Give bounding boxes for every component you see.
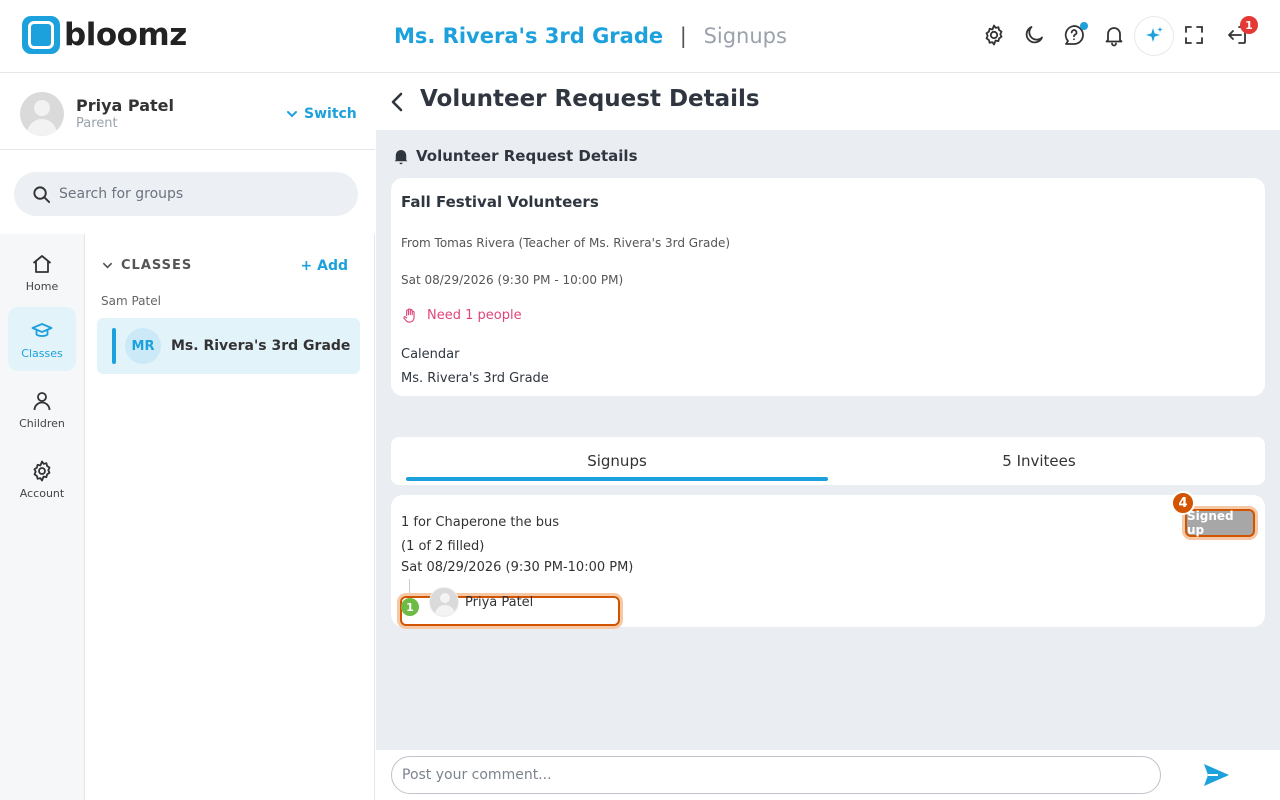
graduation-cap-icon [31, 322, 53, 337]
need-text: Need 1 people [427, 308, 522, 323]
slot-title: 1 for Chaperone the bus [401, 515, 560, 530]
send-button[interactable] [1202, 762, 1230, 788]
nav-label-home: Home [25, 279, 59, 293]
calendar-value: Ms. Rivera's 3rd Grade [401, 371, 549, 386]
comment-input[interactable] [391, 756, 1161, 794]
nav-item-classes[interactable]: Classes [8, 307, 76, 371]
slot-date: Sat 08/29/2026 (9:30 PM-10:00 PM) [401, 560, 634, 575]
main-content: Volunteer Request Details Volunteer Requ… [376, 74, 1280, 800]
sparkle-icon [1146, 27, 1163, 42]
switch-label: Switch [304, 106, 357, 122]
section-title-text: Volunteer Request Details [416, 147, 638, 165]
classes-panel: CLASSES + Add Sam Patel MR Ms. Rivera's … [85, 234, 375, 800]
back-button[interactable] [388, 90, 406, 114]
child-label: Sam Patel [101, 294, 161, 308]
step-marker-badge: 1 [401, 598, 419, 616]
bell-icon [1105, 27, 1123, 47]
ai-assistant-button[interactable] [1134, 16, 1174, 56]
event-date: Sat 08/29/2026 (9:30 PM - 10:00 PM) [401, 273, 624, 287]
add-label: Add [317, 258, 348, 274]
expand-icon [1185, 26, 1203, 44]
settings-gear-icon [985, 24, 1003, 46]
classes-header[interactable]: CLASSES [102, 258, 192, 273]
signup-tabs: Signups 5 Invitees [391, 437, 1265, 485]
signup-slot-card: 1 for Chaperone the bus (1 of 2 filled) … [391, 491, 1265, 627]
dark-mode-button[interactable] [1019, 20, 1049, 50]
nav-label-account: Account [19, 486, 65, 500]
attendee-name: Priya Patel [465, 595, 534, 610]
send-icon [1204, 764, 1229, 786]
event-title: Fall Festival Volunteers [401, 193, 599, 211]
search-section [0, 151, 375, 234]
page-title: Volunteer Request Details [420, 86, 760, 112]
calendar-label: Calendar [401, 347, 460, 362]
search-box[interactable] [14, 172, 358, 216]
bell-icon [394, 150, 408, 165]
need-count: Need 1 people [401, 307, 522, 324]
classes-heading: CLASSES [121, 258, 193, 273]
comment-bar [376, 750, 1280, 800]
notifications-button[interactable] [1099, 20, 1129, 50]
attendee-avatar [429, 587, 459, 617]
nav-item-children[interactable]: Children [8, 377, 76, 441]
class-initials-avatar: MR [125, 328, 161, 364]
nav-label-classes: Classes [21, 346, 63, 360]
header-title: Ms. Rivera's 3rd Grade | Signups [394, 22, 787, 50]
search-icon [33, 185, 51, 203]
header-class-name[interactable]: Ms. Rivera's 3rd Grade [394, 24, 663, 48]
header-separator: | [679, 24, 687, 48]
step-marker-badge: 4 [1171, 491, 1195, 515]
raised-hand-icon [403, 308, 415, 323]
chevron-left-icon [391, 92, 403, 112]
page-header: Volunteer Request Details [376, 74, 1280, 130]
chevron-down-icon [287, 111, 297, 118]
moon-icon [1025, 26, 1043, 44]
bloomz-logo-icon [22, 16, 60, 54]
settings-button[interactable] [979, 20, 1009, 50]
bloomz-logo[interactable]: bloomz [22, 16, 187, 54]
inbox-button[interactable]: 1 [1222, 16, 1258, 50]
section-title: Volunteer Request Details [392, 147, 638, 165]
switch-button[interactable]: Switch [286, 106, 357, 122]
home-icon [32, 254, 52, 273]
nav-item-account[interactable]: Account [8, 447, 76, 511]
request-detail-card: Fall Festival Volunteers From Tomas Rive… [391, 178, 1265, 396]
profile-panel: Priya Patel Parent Switch [0, 74, 375, 150]
notification-count-badge: 1 [1240, 16, 1258, 34]
profile-name: Priya Patel [76, 96, 174, 115]
class-item[interactable]: MR Ms. Rivera's 3rd Grade [97, 318, 360, 374]
gear-icon [33, 460, 51, 481]
search-input[interactable] [59, 186, 339, 202]
logo-text: bloomz [64, 17, 187, 53]
nav-label-children: Children [19, 416, 65, 430]
profile-role: Parent [76, 116, 118, 131]
top-header: bloomz Ms. Rivera's 3rd Grade | Signups [0, 0, 1280, 73]
header-section: Signups [703, 24, 787, 48]
nav-item-home[interactable]: Home [8, 240, 76, 304]
add-class-button[interactable]: + Add [301, 258, 349, 274]
person-icon [33, 391, 51, 410]
help-indicator-dot [1080, 22, 1088, 30]
fullscreen-button[interactable] [1179, 20, 1209, 50]
class-name: Ms. Rivera's 3rd Grade [171, 338, 351, 354]
active-tab-indicator [406, 477, 828, 481]
chevron-down-icon [103, 262, 112, 269]
slot-filled-count: (1 of 2 filled) [401, 539, 485, 554]
signed-up-button[interactable]: Signed up [1185, 509, 1255, 537]
plus-icon: + [300, 258, 318, 274]
event-from: From Tomas Rivera (Teacher of Ms. Rivera… [401, 236, 731, 250]
profile-avatar[interactable] [20, 92, 64, 136]
active-indicator [112, 328, 116, 364]
left-nav: Home Classes Children Account [0, 234, 85, 800]
help-button[interactable] [1059, 20, 1089, 50]
tab-invitees[interactable]: 5 Invitees [828, 437, 1250, 485]
